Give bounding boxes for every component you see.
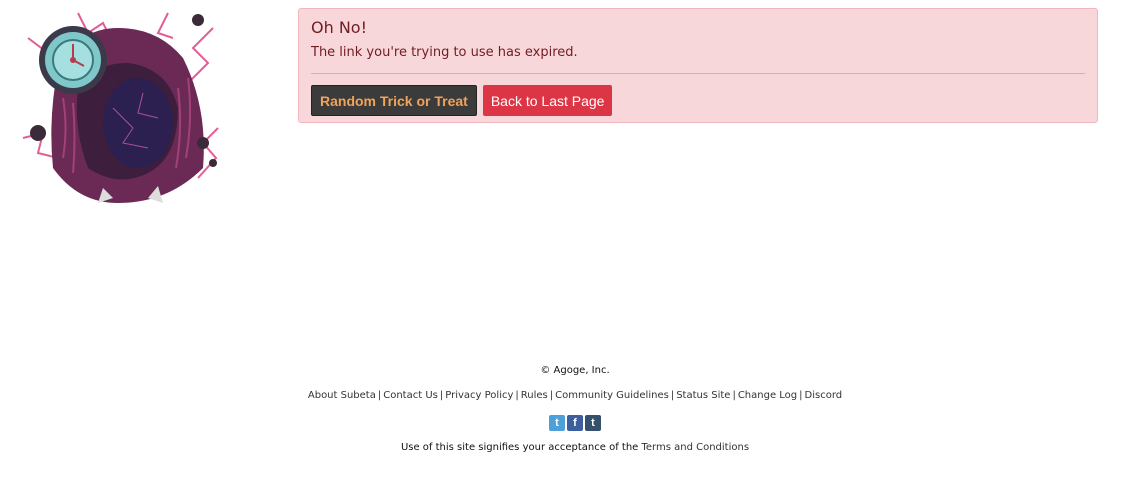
alert-divider xyxy=(311,73,1085,74)
twitter-icon[interactable]: t xyxy=(549,415,565,431)
footer-link-discord[interactable]: Discord xyxy=(805,390,843,401)
tumblr-icon[interactable]: t xyxy=(585,415,601,431)
footer-links: About Subeta | Contact Us | Privacy Policy | R… xyxy=(307,390,843,401)
terms-notice: Use of this site signifies your acceptan… xyxy=(0,439,1123,457)
alert-button-row: Random Trick or Treat Back to Last Page xyxy=(311,85,1085,116)
social-links: t f t xyxy=(0,415,1123,431)
page: Oh No! The link you're trying to use has… xyxy=(0,0,1123,479)
footer-link-change-log[interactable]: Change Log xyxy=(738,390,797,401)
terms-and-conditions-link[interactable]: Terms and Conditions xyxy=(642,442,750,453)
alert-title: Oh No! xyxy=(311,18,367,37)
footer-link-contact-us[interactable]: Contact Us xyxy=(383,390,438,401)
expired-link-alert: Oh No! The link you're trying to use has… xyxy=(298,8,1098,123)
copyright-text: © Agoge, Inc. xyxy=(540,365,610,376)
footer-link-about-subeta[interactable]: About Subeta xyxy=(308,390,376,401)
mascot-image xyxy=(22,12,219,203)
terms-prefix: Use of this site signifies your acceptan… xyxy=(400,442,639,453)
random-trick-or-treat-button[interactable]: Random Trick or Treat xyxy=(311,85,477,116)
footer-link-privacy-policy[interactable]: Privacy Policy xyxy=(445,390,513,401)
back-to-last-page-button[interactable]: Back to Last Page xyxy=(482,85,613,116)
footer-link-community-guidelines[interactable]: Community Guidelines xyxy=(555,390,669,401)
footer: © Agoge, Inc. About Subeta | Contact Us | Pr… xyxy=(0,360,1123,457)
facebook-icon[interactable]: f xyxy=(567,415,583,431)
footer-link-status-site[interactable]: Status Site xyxy=(676,390,730,401)
alert-message: The link you're trying to use has expire… xyxy=(311,45,578,60)
footer-link-rules[interactable]: Rules xyxy=(521,390,548,401)
